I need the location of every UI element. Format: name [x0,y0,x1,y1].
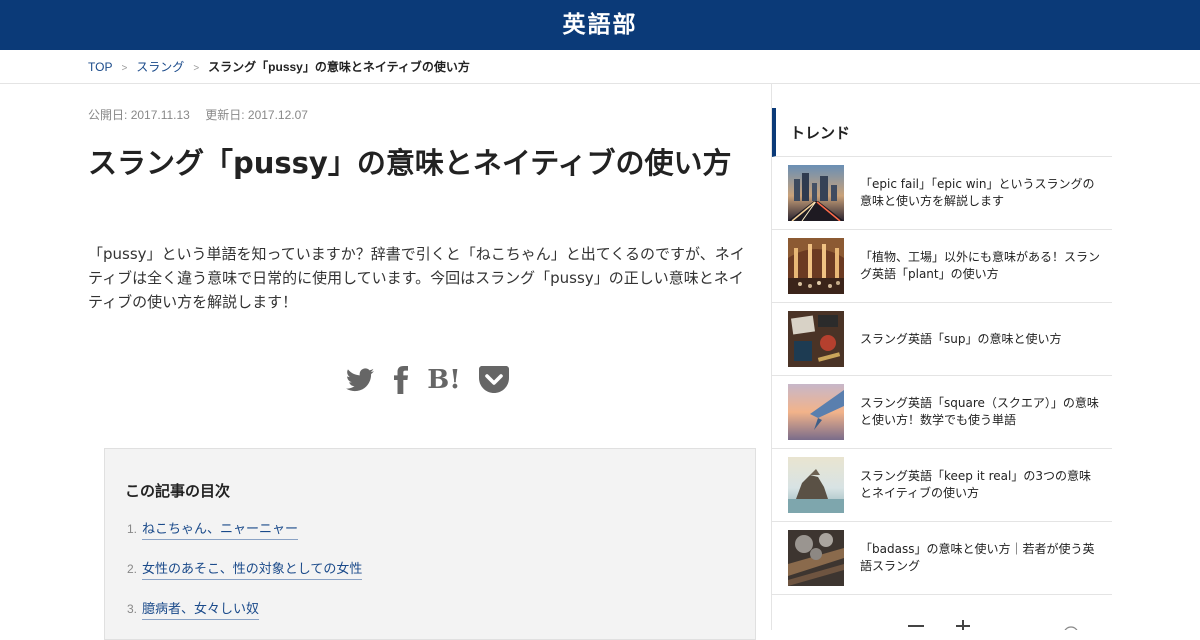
twitter-icon[interactable] [345,362,375,398]
toc-title: この記事の目次 [125,482,231,500]
table-of-contents: この記事の目次 1. ねこちゃん、ニャーニャー 2. 女性のあそこ、性の対象としての… [104,448,756,640]
toc-item: 1. ねこちゃん、ニャーニャー [127,519,362,559]
article-title: スラング「pussy」の意味とネイティブの使い方 [88,146,732,180]
toc-item-number: 1. [127,522,138,536]
trend-item-title[interactable]: 「epic fail」「epic win」というスラングの意味と使い方を解説しま… [860,157,1100,229]
trend-item[interactable]: 「植物、工場」以外にも意味がある！スラング英語「plant」の使い方 [772,230,1112,303]
published-date: 2017.11.13 [130,108,190,122]
wood-ash-thumbnail[interactable] [788,530,844,586]
facebook-icon[interactable] [391,362,411,398]
site-logo[interactable]: 英語部 [0,9,1200,41]
station-hall-thumbnail[interactable] [788,238,844,294]
trend-item-title[interactable]: スラング英語「square（スクエア）」の意味と使い方！数学でも使う単語 [860,376,1100,448]
breadcrumb: TOP > スラング > スラング「pussy」の意味とネイティブの使い方 [0,50,1200,84]
site-header: 英語部 [0,0,1200,50]
breadcrumb-home-link[interactable]: TOP [88,60,112,74]
airplane-wing-thumbnail[interactable] [788,384,844,440]
trend-item-title[interactable]: スラング英語「sup」の意味と使い方 [860,303,1100,375]
city-highway-thumbnail[interactable] [788,165,844,221]
breadcrumb-separator: > [193,63,200,74]
updated-date: 2017.12.07 [247,108,308,122]
breadcrumb-category-link[interactable]: スラング [136,60,184,74]
trend-title: トレンド [790,124,851,142]
sidebar: トレンド 「epic fail」「epic win」というスラングの意味と使い方… [772,108,1112,595]
toc-list: 1. ねこちゃん、ニャーニャー 2. 女性のあそこ、性の対象としての女性 3. 臆病者… [127,519,363,639]
trend-item-title[interactable]: 「植物、工場」以外にも意味がある！スラング英語「plant」の使い方 [860,230,1100,302]
toc-item-number: 2. [127,562,138,576]
trend-item[interactable]: スラング英語「sup」の意味と使い方 [772,303,1112,376]
trend-item[interactable]: 「badass」の意味と使い方｜若者が使う英語スラング [772,522,1112,595]
trend-item[interactable]: 「epic fail」「epic win」というスラングの意味と使い方を解説しま… [772,157,1112,230]
toc-item-number: 3. [127,602,138,616]
pocket-icon[interactable] [479,362,509,398]
toc-item-link[interactable]: 臆病者、女々しい奴 [142,602,260,620]
trend-item-title[interactable]: 「badass」の意味と使い方｜若者が使う英語スラング [860,522,1100,594]
published-label: 公開日: [88,108,128,122]
sidebar-next-section [772,596,1112,630]
desk-items-thumbnail[interactable] [788,311,844,367]
article-lead: 「pussy」という単語を知っていますか？辞書で引くと「ねこちゃん」と出てくるの… [88,245,745,311]
sea-rock-thumbnail[interactable] [788,457,844,513]
article-dates: 公開日: 2017.11.13 更新日: 2017.12.07 [88,106,308,123]
toc-item-link[interactable]: ねこちゃん、ニャーニャー [142,522,299,540]
trend-item[interactable]: スラング英語「keep it real」の3つの意味とネイティブの使い方 [772,449,1112,522]
trend-heading: トレンド [772,108,1112,157]
breadcrumb-separator: > [121,63,128,74]
toc-item-link[interactable]: 女性のあそこ、性の対象としての女性 [142,562,363,580]
hatena-bookmark-icon[interactable]: B! [427,362,461,398]
share-buttons: B! [345,362,515,398]
updated-label: 更新日: [205,108,245,122]
toc-item: 2. 女性のあそこ、性の対象としての女性 [127,559,363,599]
breadcrumb-current: スラング「pussy」の意味とネイティブの使い方 [208,60,470,74]
trend-item[interactable]: スラング英語「square（スクエア）」の意味と使い方！数学でも使う単語 [772,376,1112,449]
toc-item: 3. 臆病者、女々しい奴 [127,599,362,639]
trend-item-title[interactable]: スラング英語「keep it real」の3つの意味とネイティブの使い方 [860,449,1100,521]
